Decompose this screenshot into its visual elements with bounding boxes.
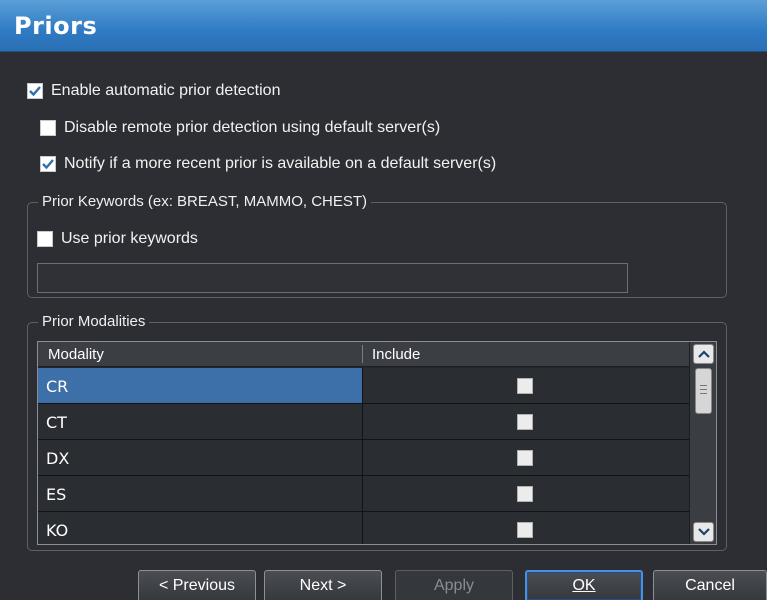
table-row[interactable]: KO xyxy=(38,512,689,544)
notify-recent-checkbox[interactable] xyxy=(40,156,56,172)
disable-remote-option[interactable]: Disable remote prior detection using def… xyxy=(40,119,440,137)
grip-line xyxy=(700,385,707,386)
enable-auto-detection-label: Enable automatic prior detection xyxy=(51,82,281,99)
ok-button-label: OK xyxy=(572,577,596,594)
title-bar: Priors xyxy=(0,0,767,52)
use-keywords-checkbox[interactable] xyxy=(37,231,53,247)
table-row[interactable]: CR xyxy=(38,368,689,404)
checkmark-icon xyxy=(42,159,54,170)
grip-line xyxy=(700,389,707,390)
use-keywords-option[interactable]: Use prior keywords xyxy=(37,230,198,248)
enable-auto-detection-checkbox[interactable] xyxy=(27,83,43,99)
include-checkbox[interactable] xyxy=(517,414,533,430)
include-checkbox[interactable] xyxy=(517,450,533,466)
ok-button[interactable]: OK xyxy=(525,570,643,600)
enable-auto-detection-option[interactable]: Enable automatic prior detection xyxy=(27,82,280,100)
chevron-down-icon xyxy=(697,528,710,536)
checkmark-icon xyxy=(29,86,41,97)
vertical-scrollbar[interactable] xyxy=(689,342,716,544)
modalities-grid[interactable]: Modality Include CR CT DX ES KO xyxy=(37,341,717,545)
table-row[interactable]: ES xyxy=(38,476,689,512)
scrollbar-thumb[interactable] xyxy=(695,368,712,414)
chevron-up-icon xyxy=(697,350,710,358)
previous-button[interactable]: < Previous xyxy=(138,570,256,600)
modality-cell[interactable]: ES xyxy=(38,476,363,511)
use-keywords-label: Use prior keywords xyxy=(61,230,198,247)
modality-cell[interactable]: DX xyxy=(38,440,363,475)
modality-cell[interactable]: CT xyxy=(38,404,363,439)
next-button[interactable]: Next > xyxy=(264,570,382,600)
window-title: Priors xyxy=(14,12,98,40)
prior-keywords-group-label: Prior Keywords (ex: BREAST, MAMMO, CHEST… xyxy=(38,193,372,210)
grid-header: Modality Include xyxy=(38,342,689,367)
modality-cell[interactable]: CR xyxy=(38,368,363,403)
table-row[interactable]: CT xyxy=(38,404,689,440)
modality-cell[interactable]: KO xyxy=(38,512,363,544)
include-checkbox[interactable] xyxy=(517,378,533,394)
notify-recent-option[interactable]: Notify if a more recent prior is availab… xyxy=(40,155,496,173)
column-header-modality[interactable]: Modality xyxy=(48,346,104,363)
scroll-down-button[interactable] xyxy=(693,522,714,542)
prior-modalities-group-label: Prior Modalities xyxy=(38,313,150,330)
notify-recent-label: Notify if a more recent prior is availab… xyxy=(64,155,497,172)
disable-remote-checkbox[interactable] xyxy=(40,120,56,136)
disable-remote-label: Disable remote prior detection using def… xyxy=(64,119,441,136)
include-checkbox[interactable] xyxy=(517,522,533,538)
grip-line xyxy=(700,393,707,394)
cancel-button[interactable]: Cancel xyxy=(653,570,767,600)
include-checkbox[interactable] xyxy=(517,486,533,502)
keywords-input[interactable] xyxy=(37,263,628,293)
column-header-include[interactable]: Include xyxy=(372,346,420,363)
column-separator[interactable] xyxy=(362,345,363,363)
apply-button[interactable]: Apply xyxy=(395,570,513,600)
table-row[interactable]: DX xyxy=(38,440,689,476)
scroll-up-button[interactable] xyxy=(693,344,714,364)
